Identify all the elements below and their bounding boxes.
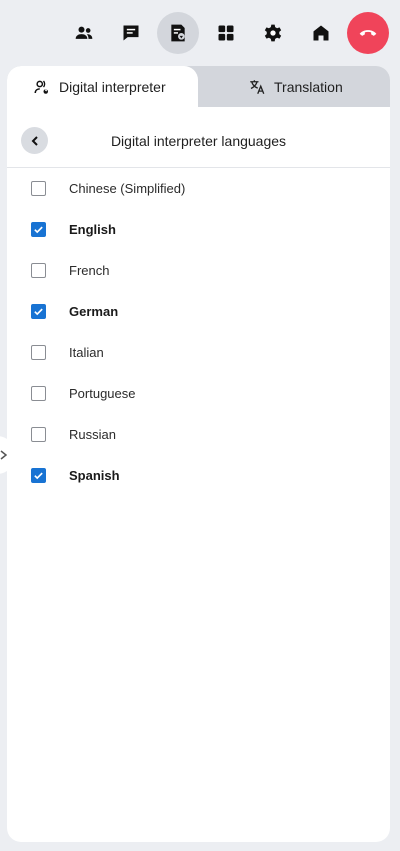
top-toolbar	[0, 10, 400, 56]
back-button[interactable]	[21, 127, 48, 154]
checkbox[interactable]	[31, 427, 46, 442]
translate-icon	[250, 79, 265, 94]
language-label: French	[69, 263, 110, 278]
list-item[interactable]: Spanish	[7, 455, 390, 496]
settings-button[interactable]	[252, 12, 294, 54]
checkbox[interactable]	[31, 345, 46, 360]
list-item[interactable]: Portuguese	[7, 373, 390, 414]
checkbox[interactable]	[31, 263, 46, 278]
people-icon	[75, 26, 93, 39]
language-label: Spanish	[69, 468, 120, 483]
language-label: Chinese (Simplified)	[69, 181, 186, 196]
home-button[interactable]	[300, 12, 342, 54]
tab-digital-interpreter-label: Digital interpreter	[59, 78, 166, 95]
list-item[interactable]: Chinese (Simplified)	[7, 168, 390, 209]
home-icon	[313, 25, 329, 41]
list-item[interactable]: German	[7, 291, 390, 332]
checkbox[interactable]	[31, 181, 46, 196]
grid-icon	[218, 25, 234, 41]
chat-icon	[123, 25, 139, 41]
list-item[interactable]: Italian	[7, 332, 390, 373]
chevron-left-icon	[31, 135, 38, 146]
panel-header: Digital interpreter languages	[7, 107, 390, 168]
panel-title: Digital interpreter languages	[110, 133, 287, 149]
checkbox-checked[interactable]	[31, 468, 46, 483]
language-list: Chinese (Simplified) English French Germ…	[7, 168, 390, 496]
apps-button[interactable]	[205, 12, 247, 54]
end-call-button[interactable]	[347, 12, 389, 54]
language-label: German	[69, 304, 119, 319]
tab-digital-interpreter[interactable]: Digital interpreter	[7, 66, 198, 107]
interpreter-icon	[171, 24, 185, 42]
participants-button[interactable]	[63, 12, 105, 54]
language-label: Portuguese	[69, 386, 136, 401]
checkbox-checked[interactable]	[31, 304, 46, 319]
gear-icon	[264, 24, 282, 42]
language-label: English	[69, 222, 116, 237]
checkmark-icon	[34, 472, 43, 480]
interpreter-panel: Digital interpreter Translation Digital …	[7, 66, 390, 842]
list-item[interactable]: Russian	[7, 414, 390, 455]
checkmark-icon	[34, 226, 43, 234]
checkbox[interactable]	[31, 386, 46, 401]
list-item[interactable]: French	[7, 250, 390, 291]
tab-translation[interactable]: Translation	[198, 66, 390, 107]
language-label: Russian	[69, 427, 116, 442]
tab-translation-label: Translation	[274, 78, 343, 95]
language-label: Italian	[69, 345, 104, 360]
interpreter-person-icon	[34, 80, 48, 94]
chat-button[interactable]	[110, 12, 152, 54]
checkmark-icon	[34, 308, 43, 316]
interpreter-button[interactable]	[157, 12, 199, 54]
checkbox-checked[interactable]	[31, 222, 46, 237]
tab-bar: Digital interpreter Translation	[7, 66, 390, 107]
phone-hangup-icon	[359, 30, 377, 36]
list-item[interactable]: English	[7, 209, 390, 250]
